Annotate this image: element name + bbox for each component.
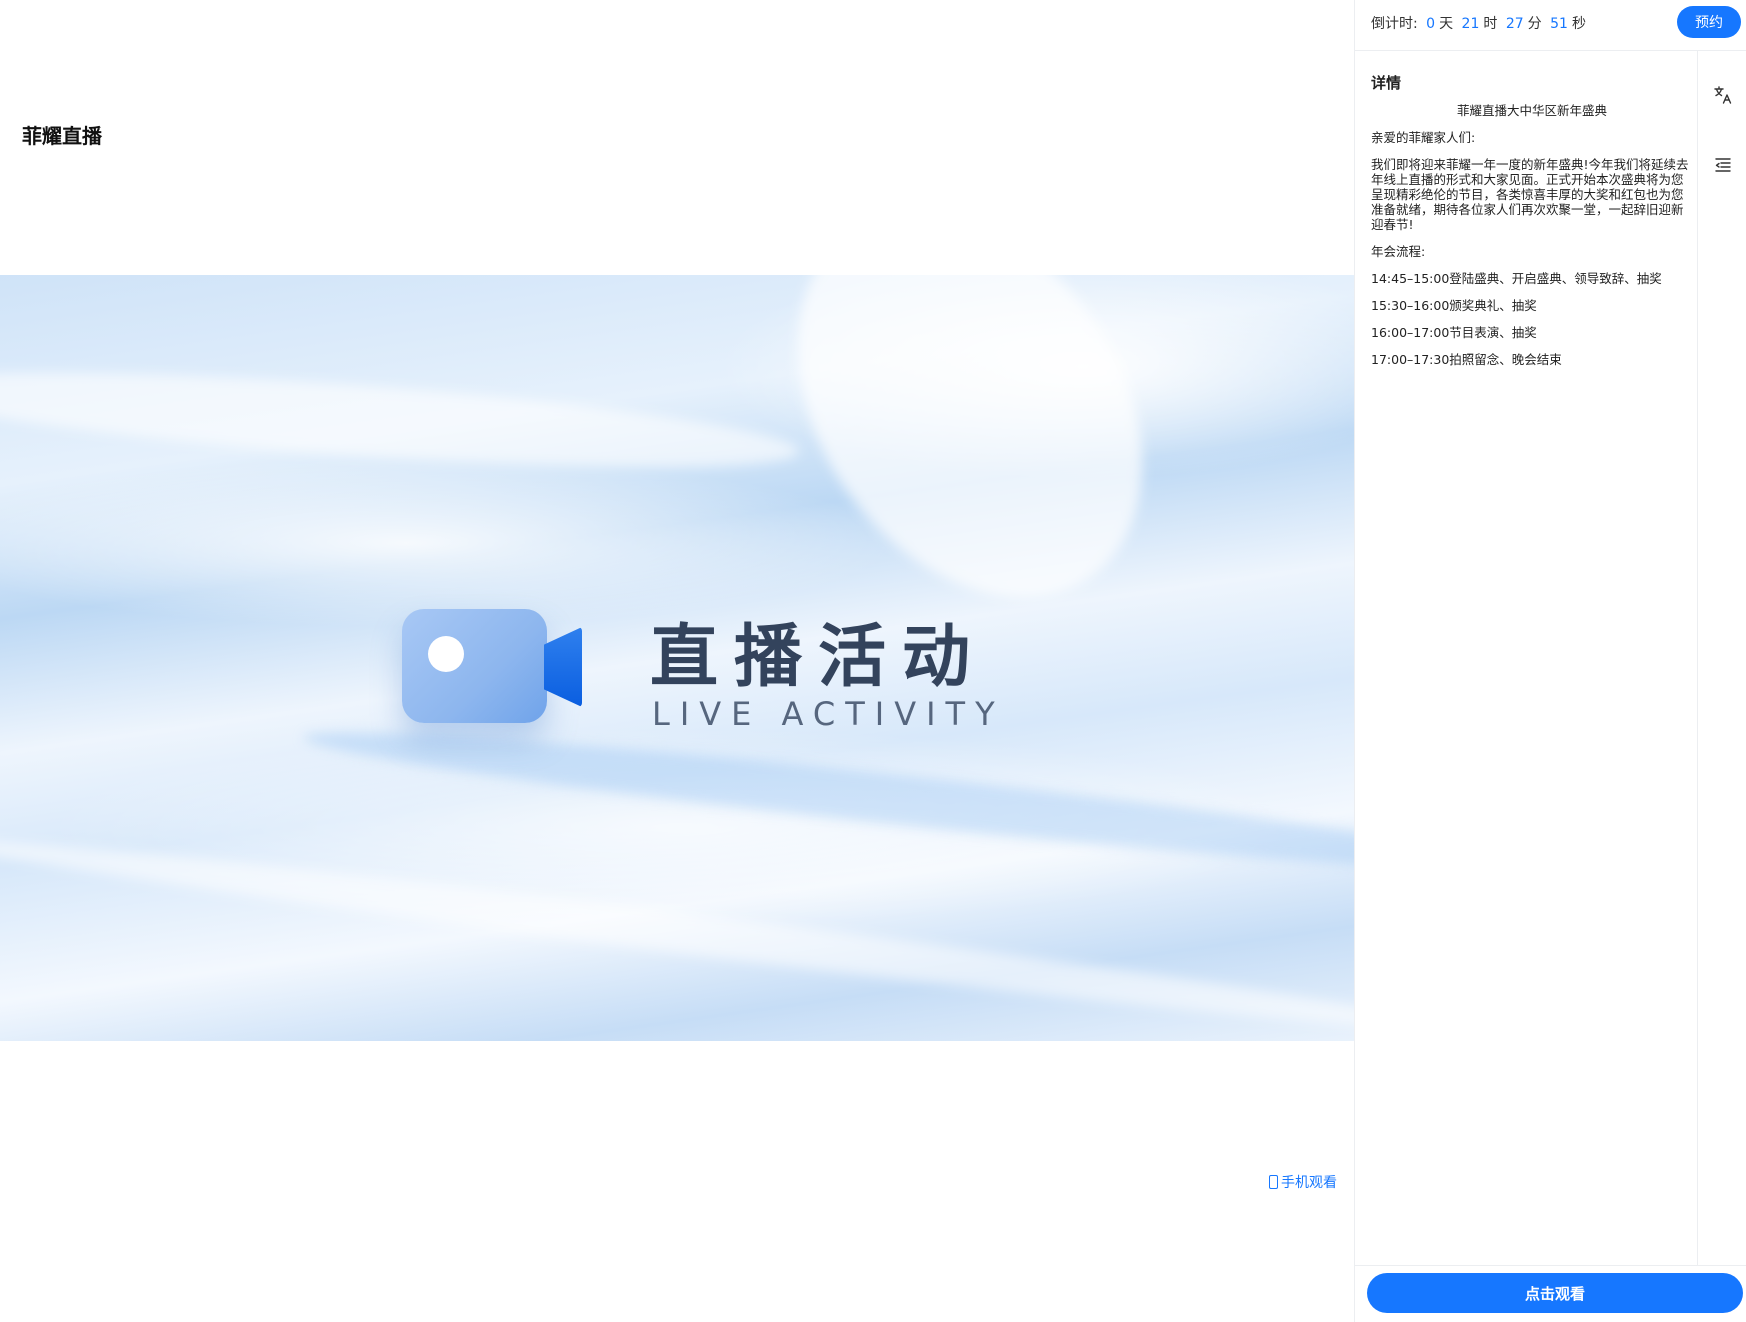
countdown-label: 倒计时:: [1371, 16, 1418, 32]
details-heading: 详情: [1371, 74, 1402, 92]
countdown-minutes: 27: [1505, 16, 1524, 32]
schedule-item: 17:00–17:30拍照留念、晚会结束: [1371, 352, 1562, 367]
phone-icon: [1269, 1175, 1278, 1189]
page-title: 菲耀直播: [22, 124, 102, 148]
banner-decoration: [0, 823, 1354, 1041]
details-content: 详情 菲耀直播大中华区新年盛典 亲爱的菲耀家人们: 我们即将迎来菲耀一年一度的新…: [1371, 76, 1693, 379]
countdown-minutes-unit: 分: [1527, 16, 1542, 32]
details-panel: 倒计时: 0天 21 时 27 分 51 秒 预约 详情 菲耀直播大中华区新年盛典 亲…: [1354, 0, 1746, 1322]
countdown-bar: 倒计时: 0天 21 时 27 分 51 秒 预约: [1355, 0, 1746, 51]
countdown-seconds: 51: [1550, 16, 1568, 32]
banner-subtitle: LIVE ACTIVITY: [652, 695, 1005, 733]
mobile-watch-link[interactable]: 手机观看: [1269, 1172, 1337, 1192]
watch-button[interactable]: 点击观看: [1367, 1273, 1743, 1313]
camera-dot: [428, 636, 464, 672]
live-banner[interactable]: 直播活动 LIVE ACTIVITY: [0, 275, 1354, 1041]
translate-icon[interactable]: [1713, 85, 1733, 105]
banner-title: 直播活动: [650, 618, 987, 697]
countdown: 倒计时: 0天 21 时 27 分 51 秒: [1371, 13, 1586, 33]
camera-lens: [544, 627, 582, 707]
main-area: 菲耀直播 直播活动 LIVE ACTIVITY 手机观看: [0, 0, 1354, 1322]
schedule-item: 14:45–15:00登陆盛典、开启盛典、领导致辞、抽奖: [1371, 271, 1662, 286]
schedule-item: 15:30–16:00颁奖典礼、抽奖: [1371, 298, 1537, 313]
schedule-item: 16:00–17:00节目表演、抽奖: [1371, 325, 1537, 340]
countdown-hours: 21: [1461, 16, 1480, 32]
countdown-hours-unit: 时: [1483, 16, 1498, 32]
countdown-seconds-unit: 秒: [1571, 16, 1586, 32]
banner-decoration: [0, 353, 802, 487]
countdown-days-unit: 天: [1439, 16, 1454, 32]
mobile-watch-label: 手机观看: [1281, 1175, 1337, 1191]
banner-decoration: [300, 712, 1354, 888]
greeting: 亲爱的菲耀家人们:: [1371, 130, 1476, 145]
side-toolbar: [1697, 51, 1746, 1265]
outline-icon[interactable]: [1713, 155, 1733, 175]
bottom-bar: 点击观看: [1355, 1265, 1746, 1322]
countdown-days: 0: [1426, 16, 1436, 32]
book-button[interactable]: 预约: [1677, 6, 1741, 38]
video-camera-icon: [402, 609, 582, 725]
event-description: 我们即将迎来菲耀一年一度的新年盛典!今年我们将延续去年线上直播的形式和大家见面。…: [1371, 157, 1689, 232]
camera-body: [402, 609, 547, 723]
event-title: 菲耀直播大中华区新年盛典: [1456, 103, 1607, 118]
schedule-label: 年会流程:: [1371, 244, 1426, 259]
